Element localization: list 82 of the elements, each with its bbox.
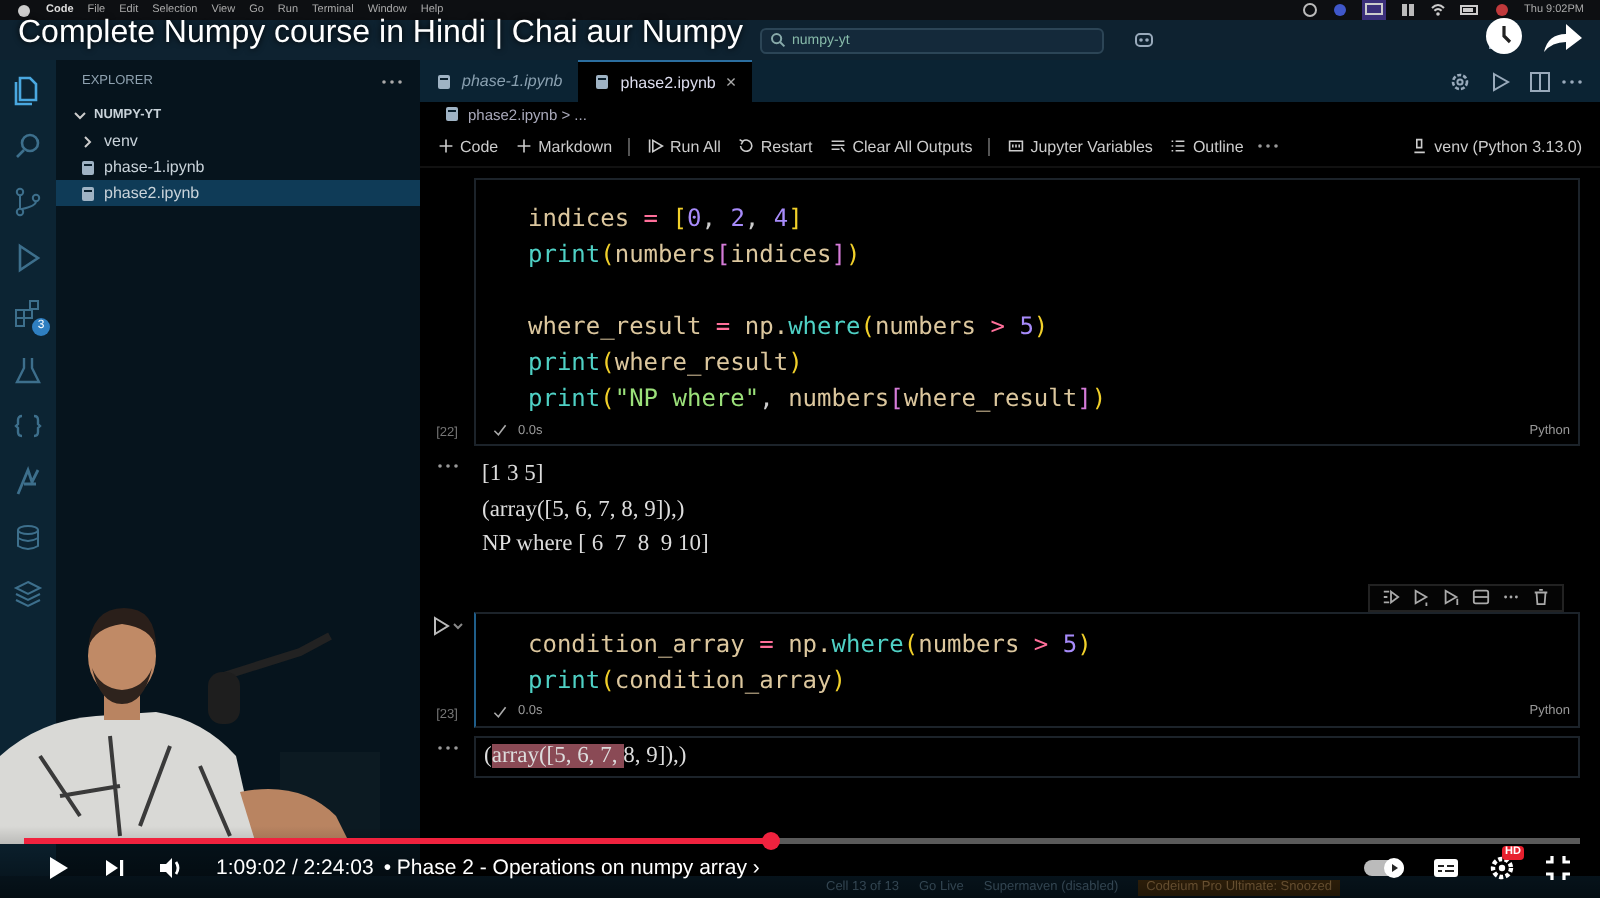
toolbar-button[interactable]: Run All	[642, 137, 727, 155]
more-icon[interactable]	[380, 77, 404, 85]
more-icon[interactable]	[1560, 77, 1584, 85]
braces-icon[interactable]	[12, 410, 44, 442]
share-icon[interactable]	[1540, 20, 1584, 56]
check-icon	[492, 703, 508, 719]
clear-icon	[830, 138, 847, 154]
file-icon	[436, 73, 452, 89]
run-icon	[648, 138, 665, 154]
plus-icon	[516, 138, 533, 154]
dot-icon[interactable]	[1494, 2, 1511, 18]
chapter-link[interactable]: • Phase 2 - Operations on numpy array ›	[383, 856, 760, 880]
database-icon[interactable]	[12, 522, 44, 554]
code-line: print("NP where", numbers[where_result])	[528, 382, 1109, 416]
kernel-picker[interactable]: venv (Python 3.13.0)	[1406, 137, 1588, 155]
layers-icon[interactable]	[12, 578, 44, 610]
time-display: 1:09:02 / 2:24:03	[216, 856, 374, 880]
code-line: print(where_result)	[528, 346, 805, 380]
screen-icon[interactable]	[1362, 0, 1387, 20]
file-icon	[444, 106, 460, 122]
search-icon	[770, 32, 786, 48]
file-icon	[80, 185, 96, 201]
output-line: (array([5, 6, 7, 8, 9]),)	[482, 495, 687, 525]
flask-icon[interactable]	[12, 354, 44, 386]
dot-icon[interactable]	[1332, 2, 1349, 18]
next-icon[interactable]	[100, 854, 128, 882]
file-icon	[594, 74, 611, 90]
split-cell-icon[interactable]	[1472, 588, 1490, 606]
trash-icon[interactable]	[1532, 588, 1550, 606]
exit-fullscreen-icon[interactable]	[1544, 854, 1572, 882]
toolbar-button[interactable]: Code	[432, 137, 505, 155]
robot-icon[interactable]	[1132, 28, 1156, 52]
explorer-item[interactable]: phase-1.ipynb	[56, 154, 420, 180]
restart-icon	[738, 138, 755, 154]
autoplay-toggle[interactable]	[1364, 860, 1404, 876]
code-line: where_result = np.where(numbers > 5)	[528, 310, 1051, 344]
explorer-item[interactable]: venv	[56, 128, 420, 154]
code-line: indices = [0, 2, 4]	[528, 202, 805, 236]
outline-icon	[1170, 138, 1187, 154]
play-icon[interactable]	[44, 854, 72, 882]
more-icon[interactable]	[1255, 142, 1280, 150]
wifi-icon[interactable]	[1430, 2, 1447, 18]
apple-icon[interactable]	[16, 2, 32, 18]
search-icon[interactable]	[12, 130, 44, 162]
editor-tab[interactable]: phase2.ipynb ×	[578, 60, 753, 102]
toolbar-button[interactable]: Clear All Outputs	[824, 137, 991, 155]
output-line: NP where [ 6 7 8 9 10]	[482, 530, 711, 560]
split-icon[interactable]	[1528, 69, 1552, 93]
clock-icon[interactable]	[1484, 16, 1524, 56]
code-line: print(numbers[indices])	[528, 238, 863, 272]
output-line: [1 3 5]	[482, 460, 546, 490]
ellipsis-icon[interactable]	[435, 743, 459, 751]
editor-tab[interactable]: phase-1.ipynb	[420, 60, 579, 102]
toolbar-button[interactable]: Restart	[732, 137, 819, 155]
run-cell-icon[interactable]	[431, 615, 463, 635]
grid-icon[interactable]	[1400, 2, 1417, 18]
logo-icon[interactable]	[12, 466, 44, 498]
run-below-icon[interactable]	[1442, 588, 1460, 606]
run-by-line-icon[interactable]	[1382, 588, 1400, 606]
output-line: (array([5, 6, 7, 8, 9]),)	[484, 741, 689, 771]
toolbar-button[interactable]: Outline	[1164, 137, 1250, 155]
code-line: condition_array = np.where(numbers > 5)	[528, 627, 1094, 661]
volume-icon[interactable]	[156, 854, 184, 882]
check-icon	[492, 422, 508, 438]
captions-icon[interactable]	[1432, 854, 1460, 882]
extensions-icon[interactable]	[12, 298, 44, 330]
variables-icon	[1008, 138, 1025, 154]
branch-icon[interactable]	[12, 186, 44, 218]
kernel-icon	[1412, 138, 1429, 154]
file-icon	[80, 159, 96, 175]
ellipsis-icon[interactable]	[435, 462, 459, 470]
run-above-icon[interactable]	[1412, 588, 1430, 606]
circle-icon[interactable]	[1302, 2, 1319, 18]
code-line: print(condition_array)	[528, 663, 848, 697]
plus-icon	[438, 138, 454, 154]
toolbar-button[interactable]: Markdown	[510, 137, 631, 155]
settings-icon[interactable]	[1448, 69, 1472, 93]
explorer-item[interactable]: phase2.ipynb	[56, 180, 420, 206]
toolbar-button[interactable]: Jupyter Variables	[1002, 137, 1159, 155]
battery-icon[interactable]	[1460, 2, 1481, 18]
run-icon[interactable]	[1488, 69, 1512, 93]
video-title: Complete Numpy course in Hindi | Chai aur Numpy	[18, 16, 744, 52]
